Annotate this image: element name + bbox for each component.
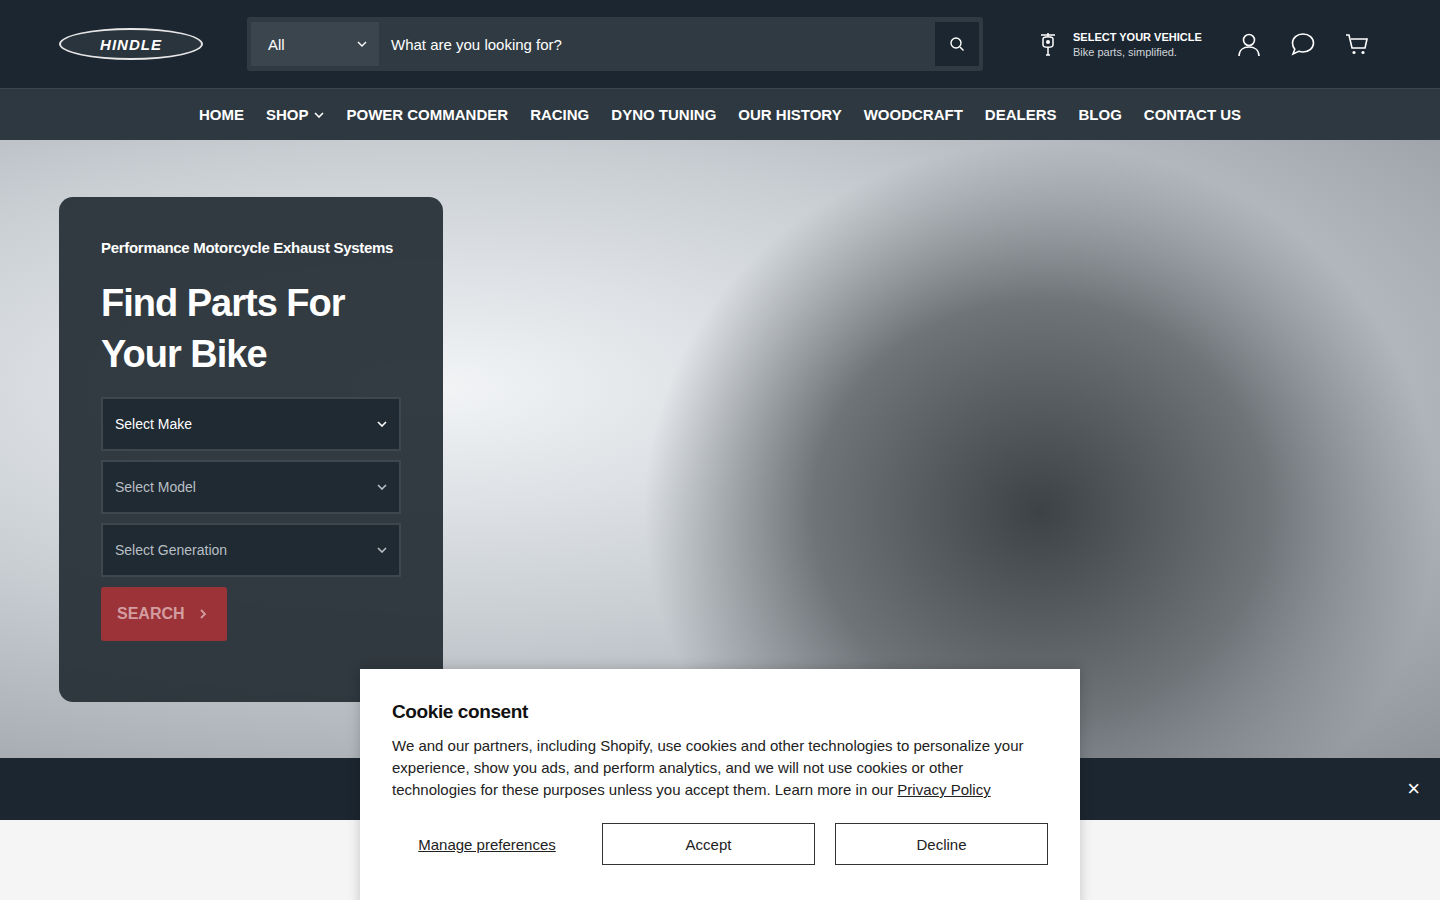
nav-item[interactable]: HOME <box>199 106 244 123</box>
cart-icon[interactable] <box>1344 31 1370 57</box>
category-select[interactable]: All <box>251 22 379 66</box>
chevron-down-icon <box>377 484 387 490</box>
logo[interactable]: HINDLE <box>59 28 203 60</box>
vehicle-select[interactable]: Select Model <box>101 460 401 514</box>
search-input[interactable]: What are you looking for? <box>381 36 933 53</box>
nav-item[interactable]: CONTACT US <box>1144 106 1241 123</box>
nav-item[interactable]: DYNO TUNING <box>611 106 716 123</box>
nav-item[interactable]: POWER COMMANDER <box>346 106 508 123</box>
chevron-right-icon <box>199 608 207 620</box>
page: HINDLE AllWhat are you looking for? SELECT… <box>0 0 1440 900</box>
cookie-dialog: Cookie consentWe and our partners, inclu… <box>360 669 1080 900</box>
chat-icon[interactable] <box>1290 31 1316 57</box>
search-bar: AllWhat are you looking for? <box>247 17 983 71</box>
manage-preferences-link[interactable]: Manage preferences <box>392 836 582 853</box>
hero: Performance Motorcycle Exhaust SystemsFi… <box>0 140 1440 758</box>
vehicle-selector[interactable]: SELECT YOUR VEHICLEBike parts, simplifie… <box>1035 29 1202 59</box>
close-button[interactable]: × <box>1407 776 1420 802</box>
header: HINDLE AllWhat are you looking for? SELECT… <box>0 0 1440 88</box>
privacy-link[interactable]: Privacy Policy <box>897 781 990 798</box>
finder-panel: Performance Motorcycle Exhaust SystemsFi… <box>59 197 443 702</box>
vehicle-select[interactable]: Select Generation <box>101 523 401 577</box>
vehicle-select[interactable]: Select Make <box>101 397 401 451</box>
nav-item[interactable]: OUR HISTORY <box>738 106 841 123</box>
nav-item[interactable]: WOODCRAFT <box>864 106 963 123</box>
cookie-button[interactable]: Decline <box>835 823 1048 865</box>
chevron-down-icon <box>357 41 367 47</box>
cookie-button[interactable]: Accept <box>602 823 815 865</box>
chevron-down-icon <box>377 421 387 427</box>
nav-item[interactable]: BLOG <box>1079 106 1122 123</box>
chevron-down-icon <box>377 547 387 553</box>
nav-item[interactable]: SHOP <box>266 106 325 123</box>
search-button[interactable]: SEARCH <box>101 587 227 641</box>
account-icon[interactable] <box>1236 31 1262 57</box>
motorbike-icon <box>1035 29 1061 59</box>
main-nav: HOME SHOP POWER COMMANDER RACING DYNO TUNING… <box>0 88 1440 140</box>
magnifier-icon <box>949 36 965 52</box>
chevron-down-icon <box>314 112 324 118</box>
nav-item[interactable]: DEALERS <box>985 106 1057 123</box>
search-button[interactable] <box>935 22 979 66</box>
nav-item[interactable]: RACING <box>530 106 589 123</box>
